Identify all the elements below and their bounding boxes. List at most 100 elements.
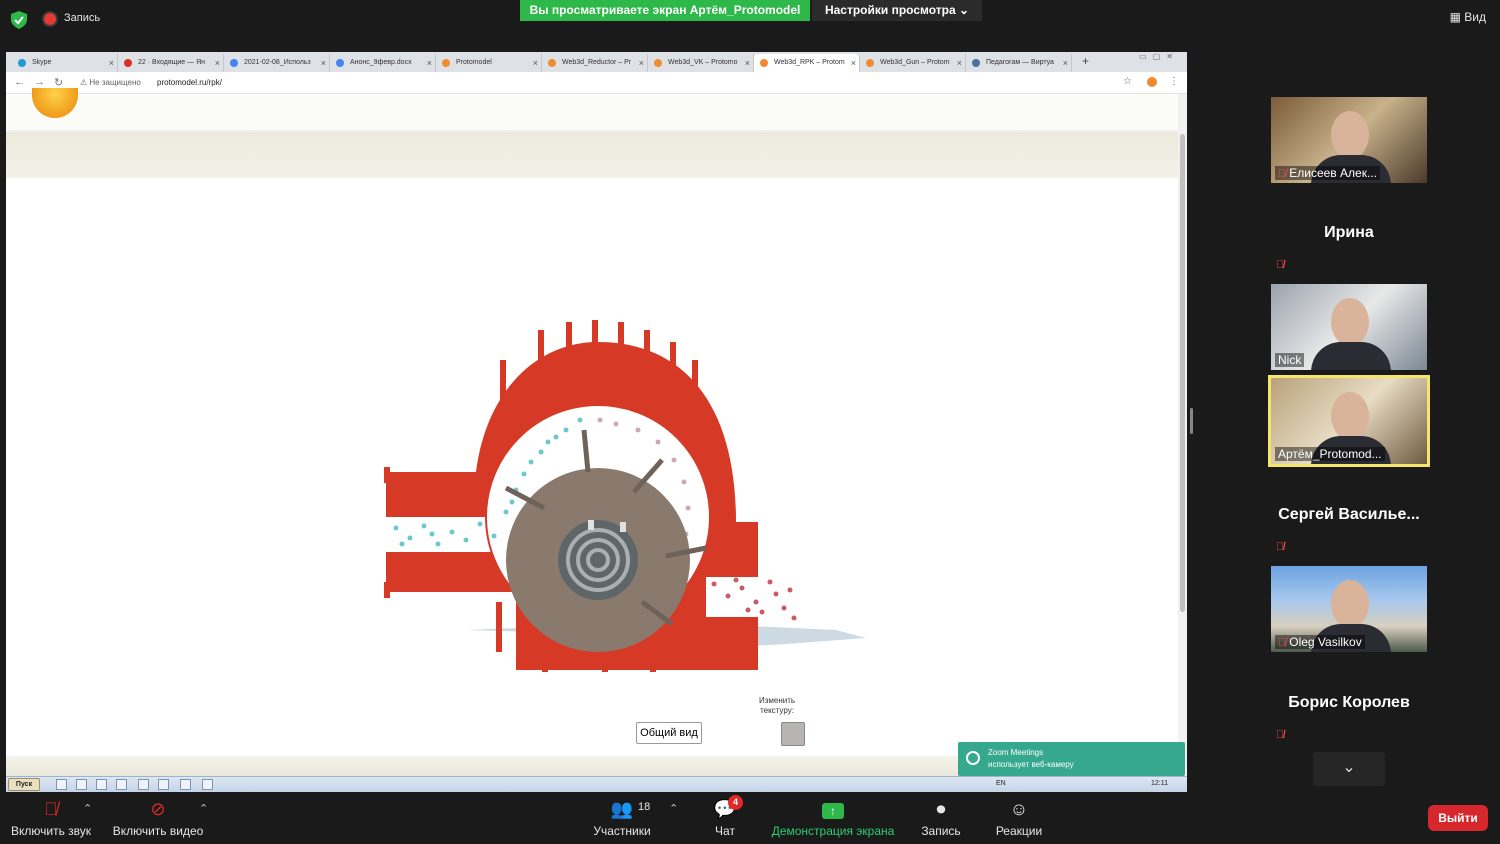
view-button[interactable]: ▦ Вид [1450,10,1486,24]
tab-label: Skype [32,59,52,66]
participant-name-label: Артём_Protomod... [1275,447,1385,461]
window-controls[interactable]: ▭▢✕ [1139,52,1179,61]
taskbar-app-icon[interactable] [56,779,67,790]
taskbar-app-icon[interactable] [180,779,191,790]
participant-name: Борис Королев [1288,694,1410,711]
share-screen-icon: ↑ [768,798,898,820]
taskbar-app-icon[interactable] [96,779,107,790]
texture-swatch-button[interactable] [781,722,805,746]
participant-tile[interactable]: Nick [1271,284,1427,370]
participant-name-label: 🎙̸ Oleg Vasilkov [1275,635,1365,649]
not-secure-indicator[interactable]: ⚠ Не защищено [80,78,141,87]
recording-icon [44,13,56,25]
share-screen-button[interactable]: ↑ Демонстрация экрана [768,798,898,838]
browser-tab[interactable]: Skype × [12,54,118,72]
tab-label: Анонс_9февр.docx [350,59,412,66]
taskbar-app-icon[interactable] [76,779,87,790]
participant-name: Oleg Vasilkov [1289,635,1362,649]
view-button-label: Вид [1464,10,1486,24]
taskbar-app-icon[interactable] [116,779,127,790]
general-view-button[interactable]: Общий вид [636,722,702,744]
mic-muted-icon: 🎙̸ [1278,168,1287,180]
scrollbar-thumb[interactable] [1180,134,1185,612]
pump-3d-model-view[interactable] [366,312,886,672]
mic-muted-icon: 🎙̸ [1276,541,1285,553]
participants-label: Участники [593,824,651,838]
browser-tab[interactable]: 22 · Входящие — Ян × [118,54,224,72]
browser-menu-icon[interactable]: ⋮ [1169,76,1179,87]
audio-options-caret[interactable]: ⌃ [83,802,92,815]
participant-tile[interactable]: Артём_Protomod... [1268,375,1430,467]
close-tab-icon[interactable]: × [1063,54,1068,72]
taskbar-app-icon[interactable] [138,779,149,790]
leave-meeting-button[interactable]: Выйти [1428,805,1488,831]
extension-icon[interactable] [1147,77,1157,87]
address-bar: ← → ↻ ⚠ Не защищено protomodel.ru/rpk/ ☆… [6,72,1187,94]
participant-tile[interactable]: Борис Королев 🎙̸ [1271,660,1427,746]
mic-muted-icon: 🎙̸ [1278,637,1287,649]
close-tab-icon[interactable]: × [321,54,326,72]
taskbar-zoom-icon[interactable] [202,779,213,790]
url-field[interactable]: protomodel.ru/rpk/ [157,78,222,87]
browser-tab[interactable]: Анонс_9февр.docx × [330,54,436,72]
toast-title: Zoom Meetings [988,748,1044,757]
close-tab-icon[interactable]: × [851,54,856,72]
tab-favicon-icon [442,59,450,67]
participant-tile[interactable]: Ирина 🎙̸ [1271,190,1427,276]
taskbar-chrome-icon[interactable] [158,779,169,790]
browser-tab[interactable]: Web3d_Reductor – Pr × [542,54,648,72]
webcam-notification[interactable]: Zoom Meetings использует веб-камеру [958,742,1185,776]
close-tab-icon[interactable]: × [957,54,962,72]
tab-favicon-icon [866,59,874,67]
start-video-button[interactable]: ⊘ Включить видео [110,798,206,838]
forward-icon[interactable]: → [34,76,45,88]
close-tab-icon[interactable]: × [109,54,114,72]
view-settings-dropdown[interactable]: Настройки просмотра ⌄ [812,0,982,21]
protomodel-logo[interactable] [32,88,78,118]
browser-tab[interactable]: Protomodel × [436,54,542,72]
close-tab-icon[interactable]: × [533,54,538,72]
participants-options-caret[interactable]: ⌃ [669,802,678,815]
close-tab-icon[interactable]: × [427,54,432,72]
browser-tab[interactable]: Web3d_RPK – Protom × [754,54,860,72]
browser-tab[interactable]: Web3d_VK – Protomo × [648,54,754,72]
mic-muted-icon: 🎙̸ [44,799,58,819]
browser-tab[interactable]: 2021-02-08_Использ × [224,54,330,72]
participant-video-feed [1331,392,1369,440]
tab-favicon-icon [548,59,556,67]
shared-screen: Skype × 22 · Входящие — Ян × 2021-02-08_Испо… [6,52,1187,792]
tab-label: Web3d_Reductor – Pr [562,59,632,66]
bookmark-star-icon[interactable]: ☆ [1123,76,1132,87]
language-indicator[interactable]: EN [996,780,1006,787]
mic-muted-icon: 🎙̸ [1276,729,1285,741]
chat-unread-badge: 4 [728,795,743,810]
record-button[interactable]: ⏺ Запись [916,798,966,838]
close-tab-icon[interactable]: × [639,54,644,72]
participant-tile[interactable]: Сергей Василье... 🎙̸ [1271,472,1427,558]
start-button[interactable]: Пуск [8,778,40,791]
participant-tile[interactable]: 🎙̸ Елисеев Алек... [1271,97,1427,183]
tab-favicon-icon [760,59,768,67]
record-label: Запись [921,824,961,838]
close-tab-icon[interactable]: × [215,54,220,72]
participant-video-body [1311,342,1391,370]
panel-resize-handle[interactable] [1190,408,1193,434]
zoom-toolbar: 🎙̸ Включить звук ⌃ ⊘ Включить видео ⌃ 👥 … [0,792,1500,844]
video-options-caret[interactable]: ⌃ [199,802,208,815]
new-tab-button[interactable]: + [1082,54,1089,68]
close-tab-icon[interactable]: × [745,54,750,72]
browser-tab[interactable]: Педагогам — Виртуа × [966,54,1072,72]
browser-tab-strip: Skype × 22 · Входящие — Ян × 2021-02-08_Испо… [6,52,1187,72]
unmute-button[interactable]: 🎙̸ Включить звук [8,798,94,838]
browser-tab[interactable]: Web3d_Gun – Protom × [860,54,966,72]
participant-name: Елисеев Алек... [1289,166,1377,180]
participant-tile[interactable]: 🎙̸ Oleg Vasilkov [1271,566,1427,652]
gallery-scroll-down-button[interactable]: ⌄ [1313,752,1385,786]
toast-subtitle: использует веб-камеру [988,760,1074,769]
back-icon[interactable]: ← [14,76,25,88]
security-shield-icon[interactable] [11,11,27,29]
tab-favicon-icon [654,59,662,67]
mic-muted-icon: 🎙̸ [1276,259,1285,271]
reactions-button[interactable]: ☺ Реакции [992,798,1046,838]
tab-label: Protomodel [456,59,492,66]
